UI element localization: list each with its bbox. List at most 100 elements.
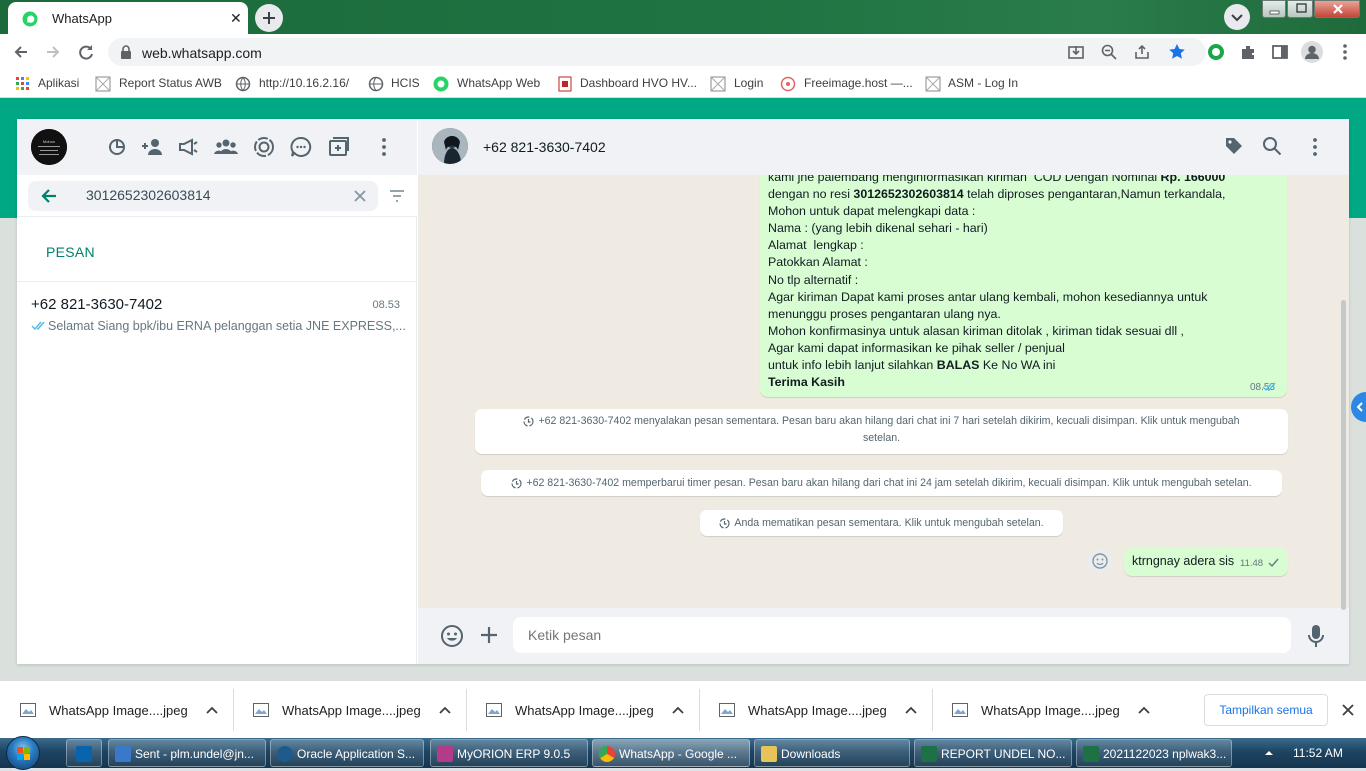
taskbar-item[interactable]: MyORION ERP 9.0.5 — [430, 739, 588, 767]
image-file-icon — [719, 703, 735, 717]
taskbar-item[interactable]: REPORT UNDEL NO... — [914, 739, 1072, 767]
outgoing-message[interactable]: ktrngnay adera sis 11.48 — [1124, 548, 1288, 576]
chrome-icon — [599, 746, 615, 762]
download-item[interactable]: WhatsApp Image....jpeg — [466, 681, 700, 739]
taskbar-item[interactable]: Oracle Application S... — [270, 739, 424, 767]
outgoing-message[interactable]: kami jne palembang menginformasikan kiri… — [760, 175, 1287, 397]
install-icon[interactable] — [1068, 44, 1084, 60]
conversation-header[interactable]: +62 821-3630-7402 — [418, 119, 1349, 175]
back-icon[interactable] — [12, 43, 30, 61]
search-result-item[interactable]: +62 821-3630-7402 08.53 Selamat Siang bp… — [17, 289, 417, 341]
maximize-button[interactable] — [1287, 0, 1313, 18]
whatsapp-icon — [22, 11, 38, 27]
show-all-downloads-button[interactable]: Tampilkan semua — [1204, 694, 1328, 726]
zoom-icon[interactable] — [1101, 44, 1117, 60]
minimize-button[interactable] — [1262, 0, 1286, 18]
close-icon[interactable]: ✕ — [230, 10, 242, 27]
chevron-up-icon[interactable] — [205, 703, 219, 717]
system-message-ephemeral-on[interactable]: +62 821-3630-7402 menyalakan pesan semen… — [475, 409, 1288, 454]
filter-icon[interactable] — [389, 188, 405, 204]
tab-title: WhatsApp — [52, 11, 112, 26]
status-icon[interactable] — [253, 136, 275, 158]
reload-icon[interactable] — [77, 43, 95, 61]
group-icon[interactable] — [214, 136, 238, 158]
chevron-up-icon[interactable] — [438, 703, 452, 717]
bookmark-freeimage[interactable]: Freeimage.host —... — [804, 76, 913, 90]
search-icon[interactable] — [1262, 136, 1282, 156]
apps-grid-icon[interactable] — [15, 76, 31, 92]
excel-icon — [921, 746, 937, 762]
download-item[interactable]: WhatsApp Image....jpeg — [233, 681, 467, 739]
taskbar-item-active[interactable]: WhatsApp - Google ... — [592, 739, 750, 767]
clock[interactable]: 11:52 AM — [1293, 746, 1343, 760]
window-close-button[interactable] — [1314, 0, 1360, 18]
freeimage-icon — [780, 76, 796, 92]
emoji-icon[interactable] — [440, 624, 464, 648]
communities-icon[interactable] — [106, 136, 128, 158]
download-filename: WhatsApp Image....jpeg — [282, 703, 421, 718]
broadcast-icon[interactable] — [177, 136, 199, 158]
single-check-icon — [1268, 558, 1280, 568]
back-arrow-icon[interactable] — [40, 187, 58, 205]
taskbar-item[interactable]: Downloads — [754, 739, 910, 767]
my-avatar[interactable]: Mohon — [31, 129, 67, 165]
bookmark-aplikasi[interactable]: Aplikasi — [38, 76, 79, 90]
bookmark-star-icon[interactable] — [1168, 43, 1186, 61]
bookmark-login[interactable]: Login — [734, 76, 763, 90]
search-bar — [17, 175, 417, 217]
download-item[interactable]: WhatsApp Image....jpeg — [932, 681, 1166, 739]
start-button[interactable] — [6, 736, 40, 770]
browser-tab[interactable]: WhatsApp ✕ — [8, 2, 248, 34]
whatsapp-icon — [433, 76, 449, 92]
new-chat-bubble-icon[interactable] — [290, 136, 312, 158]
bookmark-whatsapp-web[interactable]: WhatsApp Web — [457, 76, 540, 90]
microphone-icon[interactable] — [1308, 624, 1324, 648]
bookmarks-bar: Aplikasi Report Status AWB http://10.16.… — [0, 70, 1366, 98]
whatsapp-extension-icon[interactable] — [1207, 43, 1225, 61]
contact-avatar[interactable] — [432, 128, 468, 164]
download-item[interactable]: WhatsApp Image....jpeg — [699, 681, 933, 739]
side-panel-icon[interactable] — [1271, 43, 1289, 61]
system-message-ephemeral-off[interactable]: Anda mematikan pesan sementara. Klik unt… — [700, 510, 1063, 536]
bookmark-dashboard-hvo[interactable]: Dashboard HVO HV... — [580, 76, 697, 90]
taskbar-item[interactable]: Sent - plm.undel@jn... — [108, 739, 266, 767]
clear-search-icon[interactable] — [353, 189, 367, 203]
add-contact-icon[interactable] — [141, 136, 163, 158]
outlook-pinned-icon[interactable] — [66, 739, 102, 767]
new-tab-button[interactable] — [255, 4, 283, 32]
extensions-icon[interactable] — [1239, 43, 1257, 61]
lock-icon[interactable] — [120, 45, 132, 59]
forward-icon[interactable] — [44, 43, 62, 61]
system-message-timer-updated[interactable]: +62 821-3630-7402 memperbarui timer pesa… — [481, 470, 1282, 496]
download-shelf: WhatsApp Image....jpeg WhatsApp Image...… — [0, 680, 1366, 738]
react-emoji-button[interactable] — [1088, 549, 1112, 573]
bookmark-asm[interactable]: ASM - Log In — [948, 76, 1018, 90]
menu-icon[interactable] — [1308, 136, 1322, 158]
close-icon[interactable] — [1341, 703, 1355, 717]
more-vert-icon[interactable] — [1337, 43, 1353, 61]
address-bar[interactable]: web.whatsapp.com — [108, 38, 1206, 66]
page-scrollbar[interactable] — [1341, 300, 1346, 610]
new-chat-icon[interactable] — [328, 136, 350, 158]
folder-icon — [761, 746, 777, 762]
tray-arrow-icon[interactable] — [1264, 748, 1274, 758]
chevron-up-icon[interactable] — [904, 703, 918, 717]
attach-plus-icon[interactable] — [479, 625, 499, 645]
profile-avatar[interactable] — [1301, 41, 1323, 63]
bookmark-hcis[interactable]: HCIS — [391, 76, 420, 90]
download-filename: WhatsApp Image....jpeg — [515, 703, 654, 718]
tab-search-button[interactable] — [1224, 4, 1250, 30]
download-item[interactable]: WhatsApp Image....jpeg — [0, 681, 234, 739]
label-tag-icon[interactable] — [1224, 136, 1244, 156]
menu-icon[interactable] — [373, 136, 395, 158]
share-icon[interactable] — [1134, 44, 1150, 60]
message-input[interactable] — [513, 617, 1291, 653]
side-extension-tab[interactable] — [1351, 392, 1366, 422]
bookmark-report-status-awb[interactable]: Report Status AWB — [119, 76, 222, 90]
bookmark-ip[interactable]: http://10.16.2.16/ — [259, 76, 349, 90]
contact-name: +62 821-3630-7402 — [483, 139, 606, 155]
taskbar-item[interactable]: 2021122023 nplwak3... — [1076, 739, 1232, 767]
chevron-up-icon[interactable] — [1137, 703, 1151, 717]
chevron-up-icon[interactable] — [671, 703, 685, 717]
search-input[interactable] — [86, 187, 346, 203]
